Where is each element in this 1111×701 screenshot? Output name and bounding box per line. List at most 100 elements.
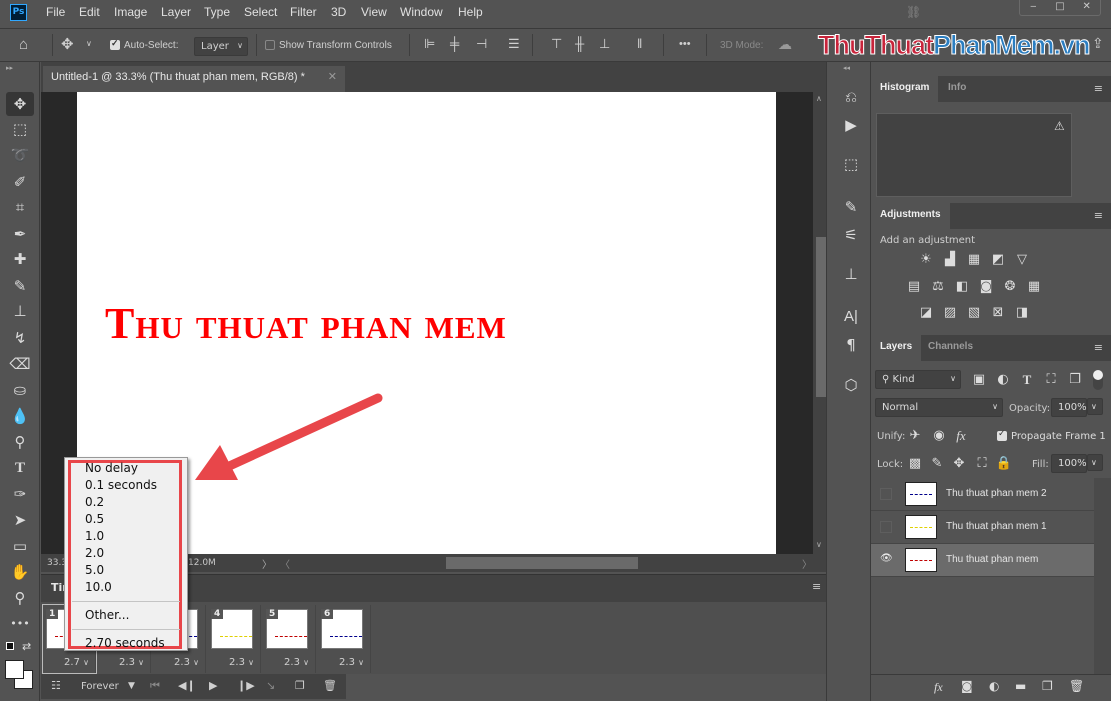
home-icon[interactable]: ⌂ bbox=[19, 36, 28, 53]
show-transform-checkbox[interactable]: Show Transform Controls bbox=[265, 40, 392, 51]
fill-input[interactable]: 100% bbox=[1051, 454, 1087, 473]
frame-delay-dropdown[interactable]: 2.3 ∨ bbox=[229, 657, 254, 668]
maximize-button[interactable]: □ bbox=[1047, 0, 1074, 15]
new-group-icon[interactable]: ▬ bbox=[1015, 679, 1026, 693]
timeline-menu-icon[interactable]: ≡ bbox=[812, 580, 821, 593]
unify-visibility-icon[interactable]: ◉ bbox=[930, 428, 948, 444]
layer-row[interactable]: Thu thuat phan mem 1 bbox=[871, 511, 1094, 544]
first-frame-icon[interactable]: ⏮ bbox=[150, 679, 160, 693]
loop-dropdown-icon[interactable]: ▼ bbox=[128, 681, 135, 691]
tab-info[interactable]: Info bbox=[939, 76, 975, 102]
unify-position-icon[interactable]: ✈ bbox=[906, 428, 924, 444]
lock-all-icon[interactable]: 🔒 bbox=[995, 456, 1013, 472]
move-tool-icon[interactable]: ✥ bbox=[61, 35, 74, 53]
auto-select-checkbox[interactable]: Auto-Select: bbox=[110, 38, 178, 51]
3d-object-icon[interactable]: ⬡ bbox=[838, 376, 864, 398]
layer-row[interactable]: 👁 Thu thuat phan mem bbox=[871, 544, 1094, 577]
tween-icon[interactable]: ↘ bbox=[266, 679, 275, 692]
frame-delay-dropdown[interactable]: 2.3 ∨ bbox=[174, 657, 199, 668]
minimize-button[interactable]: ‒ bbox=[1020, 0, 1047, 15]
zoom-tool[interactable]: ⚲ bbox=[6, 586, 34, 610]
filter-shape-icon[interactable]: ⛶ bbox=[1042, 372, 1060, 388]
hue-saturation-icon[interactable]: ▤ bbox=[905, 279, 923, 295]
delay-option-1.0[interactable]: 1.0 bbox=[85, 529, 104, 543]
collapse-icon[interactable]: ▸▸ bbox=[6, 64, 13, 72]
exposure-icon[interactable]: ◩ bbox=[989, 252, 1007, 268]
gradient-map-icon[interactable]: ◨ bbox=[1013, 305, 1031, 321]
align-left-icon[interactable]: ⊫ bbox=[424, 36, 435, 52]
visibility-toggle[interactable] bbox=[880, 488, 892, 500]
timeline-frame[interactable]: 4 2.3 ∨ bbox=[208, 605, 261, 673]
menu-help[interactable]: Help bbox=[458, 5, 483, 19]
tab-histogram[interactable]: Histogram bbox=[871, 76, 939, 102]
auto-select-target-dropdown[interactable]: Layer ∨ bbox=[194, 37, 248, 56]
menu-window[interactable]: Window bbox=[400, 5, 443, 19]
share-icon[interactable]: ⇪ bbox=[1092, 35, 1104, 52]
blur-tool[interactable]: 💧 bbox=[6, 404, 34, 428]
align-bottom-icon[interactable]: ⊥ bbox=[599, 36, 610, 52]
photo-filter-icon[interactable]: ◙ bbox=[977, 279, 995, 295]
delay-option-other[interactable]: Other... bbox=[85, 608, 129, 622]
horizontal-scroll-thumb[interactable] bbox=[446, 557, 638, 569]
document-tab[interactable]: Untitled-1 @ 33.3% (Thu thuat phan mem, … bbox=[43, 66, 345, 92]
tab-adjustments[interactable]: Adjustments bbox=[871, 203, 950, 229]
scroll-down-icon[interactable]: ∨ bbox=[816, 540, 822, 549]
blend-mode-dropdown[interactable]: Normal ∨ bbox=[875, 398, 1003, 417]
distribute-icon[interactable]: ☰ bbox=[508, 36, 520, 52]
visibility-toggle[interactable] bbox=[880, 521, 892, 533]
color-balance-icon[interactable]: ⚖ bbox=[929, 279, 947, 295]
eyedropper-tool[interactable]: ✒ bbox=[6, 222, 34, 246]
delay-option-0.5[interactable]: 0.5 bbox=[85, 512, 104, 526]
posterize-icon[interactable]: ▨ bbox=[941, 305, 959, 321]
expand-panels-icon[interactable]: ◂◂ bbox=[843, 64, 850, 72]
filter-type-icon[interactable]: T bbox=[1018, 372, 1036, 388]
scroll-left-icon[interactable]: 〈 bbox=[280, 556, 290, 571]
pen-tool[interactable]: ✑ bbox=[6, 482, 34, 506]
invert-icon[interactable]: ◪ bbox=[917, 305, 935, 321]
delay-option-10.0[interactable]: 10.0 bbox=[85, 580, 112, 594]
align-center-icon[interactable]: ╪ bbox=[450, 36, 459, 51]
scroll-right-icon[interactable]: 〉 bbox=[802, 556, 812, 571]
color-lookup-icon[interactable]: ▦ bbox=[1025, 279, 1043, 295]
scroll-up-icon[interactable]: ∧ bbox=[816, 94, 822, 103]
panel-menu-icon[interactable]: ≡ bbox=[1094, 82, 1103, 95]
brush-settings-icon[interactable]: ✎ bbox=[838, 198, 864, 220]
menu-view[interactable]: View bbox=[361, 5, 387, 19]
eraser-tool[interactable]: ⌫ bbox=[6, 352, 34, 376]
play-icon[interactable]: ▶ bbox=[209, 679, 217, 692]
lock-transparent-icon[interactable]: ▩ bbox=[906, 456, 924, 472]
unify-style-icon[interactable]: fx bbox=[952, 428, 970, 444]
menu-file[interactable]: File bbox=[46, 5, 65, 19]
align-middle-icon[interactable]: ╫ bbox=[575, 36, 584, 51]
panel-menu-icon[interactable]: ≡ bbox=[1094, 341, 1103, 354]
tab-layers[interactable]: Layers bbox=[871, 335, 922, 361]
menu-filter[interactable]: Filter bbox=[290, 5, 317, 19]
delay-option-5.0[interactable]: 5.0 bbox=[85, 563, 104, 577]
dodge-tool[interactable]: ⚲ bbox=[6, 430, 34, 454]
actions-play-icon[interactable]: ▶ bbox=[838, 116, 864, 138]
crop-tool[interactable]: ⌗ bbox=[6, 195, 34, 219]
lock-artboard-icon[interactable]: ⛶ bbox=[973, 456, 991, 472]
type-tool[interactable]: T bbox=[6, 456, 34, 480]
brush-tool[interactable]: ✎ bbox=[6, 274, 34, 298]
threshold-icon[interactable]: ▧ bbox=[965, 305, 983, 321]
orbit-3d-icon[interactable]: ☁ bbox=[778, 36, 792, 53]
hand-tool[interactable]: ✋ bbox=[6, 560, 34, 584]
layer-row[interactable]: Thu thuat phan mem 2 bbox=[871, 478, 1094, 511]
frame-delay-dropdown[interactable]: 2.3 ∨ bbox=[119, 657, 144, 668]
lasso-tool[interactable]: ➰ bbox=[6, 143, 34, 167]
loop-option[interactable]: Forever bbox=[81, 681, 119, 692]
swap-colors-icon[interactable]: ⇄ bbox=[22, 640, 31, 653]
move-tool[interactable]: ✥ bbox=[6, 92, 34, 116]
lock-image-icon[interactable]: ✎ bbox=[928, 456, 946, 472]
filter-toggle[interactable] bbox=[1093, 370, 1103, 390]
filter-smart-object-icon[interactable]: ❐ bbox=[1066, 372, 1084, 388]
close-tab-icon[interactable]: ✕ bbox=[328, 70, 337, 83]
convert-timeline-icon[interactable]: ☷ bbox=[51, 679, 61, 692]
tab-channels[interactable]: Channels bbox=[919, 335, 982, 361]
new-layer-icon[interactable]: ❐ bbox=[1042, 679, 1053, 693]
align-top-icon[interactable]: ⊤ bbox=[551, 36, 562, 52]
timeline-frame[interactable]: 5 2.3 ∨ bbox=[263, 605, 316, 673]
previous-frame-icon[interactable]: ◀❙ bbox=[178, 679, 196, 692]
brush-presets-icon[interactable]: ⚟ bbox=[838, 226, 864, 248]
